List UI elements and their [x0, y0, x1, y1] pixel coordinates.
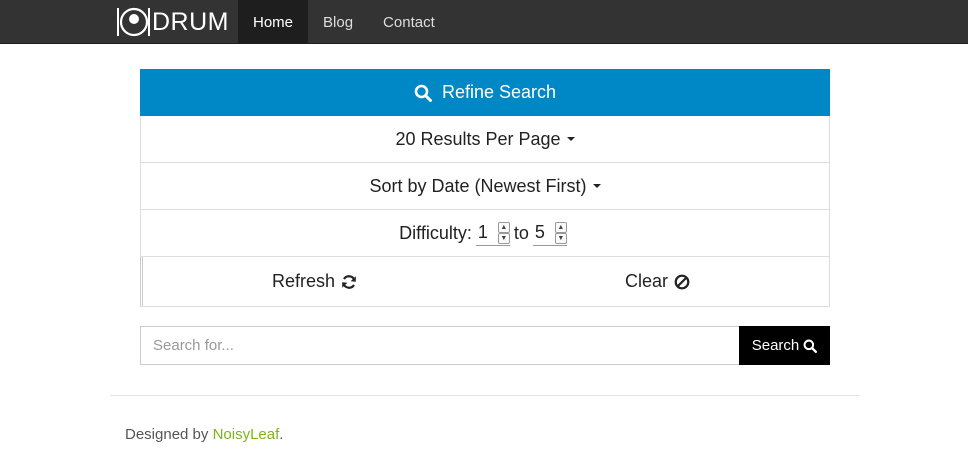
footer-suffix: .	[279, 426, 284, 443]
difficulty-label: Difficulty:	[399, 222, 472, 243]
search-button-label: Search	[751, 337, 800, 354]
difficulty-row: Difficulty: 1 ▲ ▼ to 5 ▲ ▼	[140, 210, 830, 257]
nav-item-contact[interactable]: Contact	[368, 0, 450, 44]
refresh-icon	[341, 274, 357, 290]
sort-label: Sort by Date (Newest First)	[369, 175, 587, 196]
difficulty-min-value: 1	[477, 222, 488, 242]
spinner-down-icon[interactable]: ▼	[497, 232, 510, 244]
difficulty-min-spinner[interactable]: ▲ ▼	[497, 221, 510, 244]
difficulty-max-spinner[interactable]: ▲ ▼	[554, 221, 567, 244]
clear-button[interactable]: Clear	[486, 257, 829, 306]
results-per-page-row: 20 Results Per Page	[140, 116, 830, 163]
refresh-button[interactable]: Refresh	[143, 257, 486, 306]
spinner-down-icon[interactable]: ▼	[554, 232, 567, 244]
main-nav: Home Blog Contact	[238, 0, 450, 44]
search-button[interactable]: Search	[739, 326, 830, 365]
footer-divider	[110, 395, 860, 396]
results-per-page-label: 20 Results Per Page	[395, 128, 561, 149]
search-icon	[414, 84, 432, 102]
actions-row: Refresh Clear	[140, 257, 830, 307]
spinner-up-icon[interactable]: ▲	[497, 221, 510, 233]
clear-label: Clear	[624, 271, 668, 291]
search-bar: Search	[140, 326, 830, 365]
difficulty-max-input[interactable]: 5 ▲ ▼	[532, 220, 567, 246]
brand-logo[interactable]: DRUM	[116, 5, 229, 39]
refine-search-panel: Refine Search 20 Results Per Page Sort b…	[140, 69, 830, 307]
ban-icon	[674, 274, 690, 290]
caret-down-icon	[592, 183, 601, 188]
results-per-page-dropdown[interactable]: 20 Results Per Page	[395, 128, 575, 150]
refine-search-label: Refine Search	[441, 82, 557, 102]
footer-credit: Designed by NoisyLeaf.	[125, 426, 283, 443]
footer-link-noisyleaf[interactable]: NoisyLeaf	[213, 426, 280, 443]
footer-prefix: Designed by	[125, 426, 213, 443]
spinner-up-icon[interactable]: ▲	[554, 221, 567, 233]
nav-item-blog[interactable]: Blog	[308, 0, 368, 44]
difficulty-to-label: to	[513, 222, 529, 243]
refresh-label: Refresh	[271, 271, 336, 291]
difficulty-min-input[interactable]: 1 ▲ ▼	[475, 220, 510, 246]
difficulty-max-value: 5	[534, 222, 545, 242]
nav-item-home[interactable]: Home	[238, 0, 309, 44]
drum-icon	[116, 6, 150, 38]
brand-name: DRUM	[152, 7, 229, 36]
caret-down-icon	[566, 136, 575, 141]
search-icon	[803, 339, 818, 353]
sort-row: Sort by Date (Newest First)	[140, 163, 830, 210]
navbar: DRUM Home Blog Contact	[0, 0, 968, 44]
search-input[interactable]	[140, 326, 739, 365]
refine-search-toggle[interactable]: Refine Search	[140, 69, 830, 116]
sort-dropdown[interactable]: Sort by Date (Newest First)	[369, 175, 601, 197]
